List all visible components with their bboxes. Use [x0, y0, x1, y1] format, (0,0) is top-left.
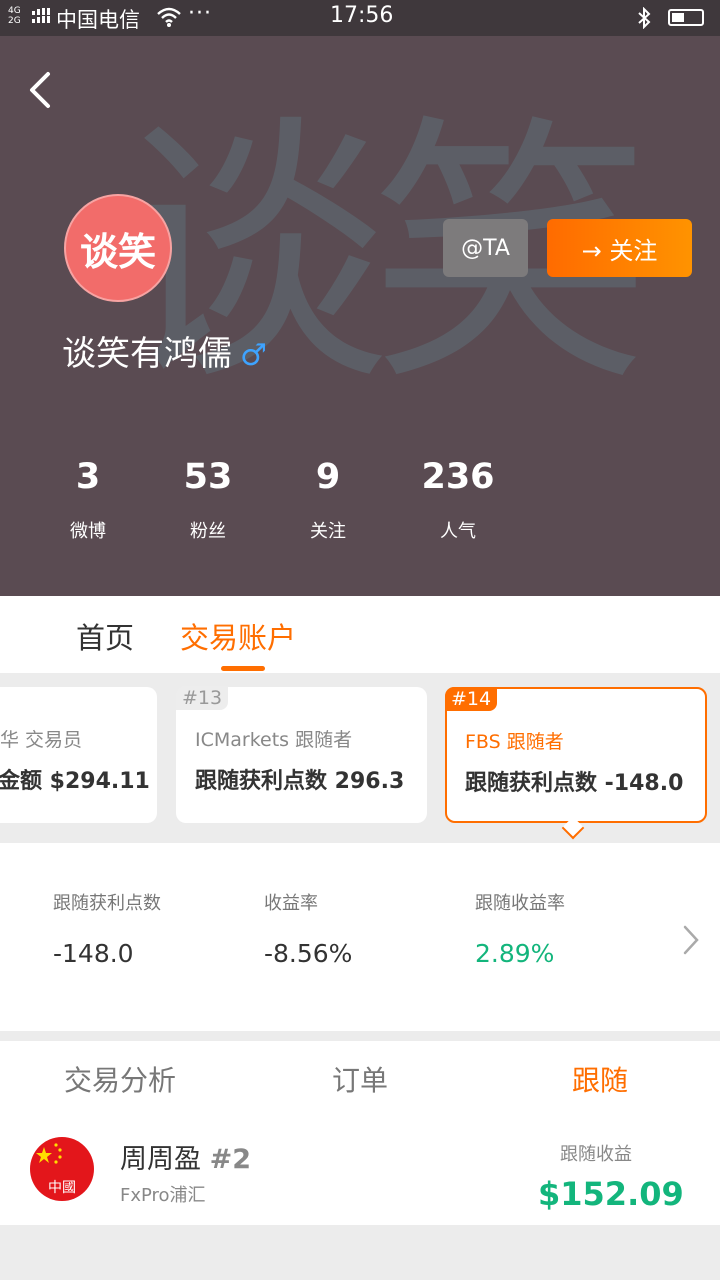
- main-tabs: 首页 交易账户: [0, 596, 720, 673]
- clock: 17:56: [330, 3, 394, 28]
- account-card-subtitle: 华 交易员: [0, 729, 83, 751]
- account-card-subtitle: FBS 跟随者: [465, 731, 564, 753]
- account-card-selected[interactable]: #14 FBS 跟随者 跟随获利点数 -148.0: [445, 687, 707, 823]
- stat-value: 3: [75, 457, 101, 497]
- tab-orders[interactable]: 订单: [240, 1059, 480, 1099]
- account-rank-badge: #14: [445, 687, 498, 711]
- active-tab-indicator: [221, 666, 265, 671]
- chevron-right-icon[interactable]: [680, 923, 702, 957]
- stat-value: -8.56%: [264, 939, 353, 968]
- profit-value: $152.09: [538, 1175, 684, 1213]
- account-card-value: 金额 $294.11: [0, 769, 150, 794]
- back-arrow-icon[interactable]: [24, 64, 64, 112]
- follow-button[interactable]: → 关注: [547, 219, 692, 277]
- stat-value: -148.0: [53, 939, 134, 968]
- username: 谈笑有鸿儒 ♂: [62, 326, 267, 375]
- carrier-name: 中国电信: [56, 8, 140, 32]
- account-card-value: 跟随获利点数 296.3: [195, 769, 405, 794]
- stat-following[interactable]: 9 关注: [268, 457, 388, 543]
- trader-name: 周周盈 #2: [120, 1137, 251, 1176]
- mention-button[interactable]: @TA: [443, 219, 528, 277]
- trader-name-text: 周周盈: [120, 1144, 201, 1175]
- stat-label: 粉丝: [190, 521, 226, 542]
- account-card-value: 跟随获利点数 -148.0: [465, 771, 684, 796]
- stat-value: 9: [315, 457, 341, 497]
- profile-header: 谈笑 谈笑 @TA → 关注 谈笑有鸿儒 ♂ 3 微博 53 粉丝 9 关注 23…: [0, 36, 720, 596]
- stat-label: 跟随收益率: [475, 893, 565, 914]
- more-status-icon: ···: [188, 1, 212, 26]
- stat-posts[interactable]: 3 微博: [28, 457, 148, 543]
- broker-name: FxPro浦汇: [120, 1185, 206, 1206]
- stat-fans[interactable]: 53 粉丝: [148, 457, 268, 543]
- account-rank-badge: #13: [176, 686, 229, 710]
- stat-label: 跟随获利点数: [53, 893, 161, 914]
- stat-label: 人气: [440, 521, 476, 542]
- profit-label: 跟随收益: [560, 1144, 632, 1165]
- tab-home[interactable]: 首页: [76, 615, 134, 657]
- stat-value: 53: [183, 457, 233, 497]
- battery-icon: [668, 9, 704, 26]
- signal-icon: [32, 8, 50, 23]
- username-text: 谈笑有鸿儒: [62, 334, 232, 374]
- stat-popularity: 236 人气: [398, 457, 518, 543]
- network-type: 4G 2G: [8, 6, 21, 26]
- account-card-subtitle: ICMarkets 跟随者: [195, 729, 353, 751]
- wifi-icon: [157, 7, 181, 27]
- china-flag-icon: 中國: [30, 1137, 94, 1201]
- account-carousel[interactable]: 华 交易员 金额 $294.11 #13 ICMarkets 跟随者 跟随获利点…: [0, 673, 720, 843]
- stat-value: 236: [421, 457, 495, 497]
- stat-label: 关注: [310, 521, 346, 542]
- account-card[interactable]: #13 ICMarkets 跟随者 跟随获利点数 296.3: [176, 686, 427, 823]
- status-bar: 4G 2G 中国电信 ··· 17:56: [0, 0, 720, 36]
- list-item[interactable]: 中國 周周盈 #2 FxPro浦汇 跟随收益 $152.09: [0, 1115, 720, 1225]
- male-icon: ♂: [240, 338, 267, 373]
- bluetooth-icon: [638, 7, 651, 29]
- flag-label: 中國: [48, 1180, 76, 1196]
- stat-value: 2.89%: [475, 939, 555, 968]
- avatar[interactable]: 谈笑: [64, 194, 172, 302]
- account-card[interactable]: 华 交易员 金额 $294.11: [0, 687, 157, 823]
- stat-label: 微博: [70, 521, 106, 542]
- tab-trading-account[interactable]: 交易账户: [180, 615, 296, 657]
- account-stats-panel[interactable]: 跟随获利点数 -148.0 收益率 -8.56% 跟随收益率 2.89%: [0, 843, 720, 1031]
- stat-label: 收益率: [264, 893, 318, 914]
- tab-follow[interactable]: 跟随: [480, 1059, 720, 1099]
- trader-number: #2: [209, 1144, 252, 1175]
- tab-trade-analysis[interactable]: 交易分析: [0, 1059, 240, 1099]
- sub-tabs: 交易分析 订单 跟随: [0, 1041, 720, 1116]
